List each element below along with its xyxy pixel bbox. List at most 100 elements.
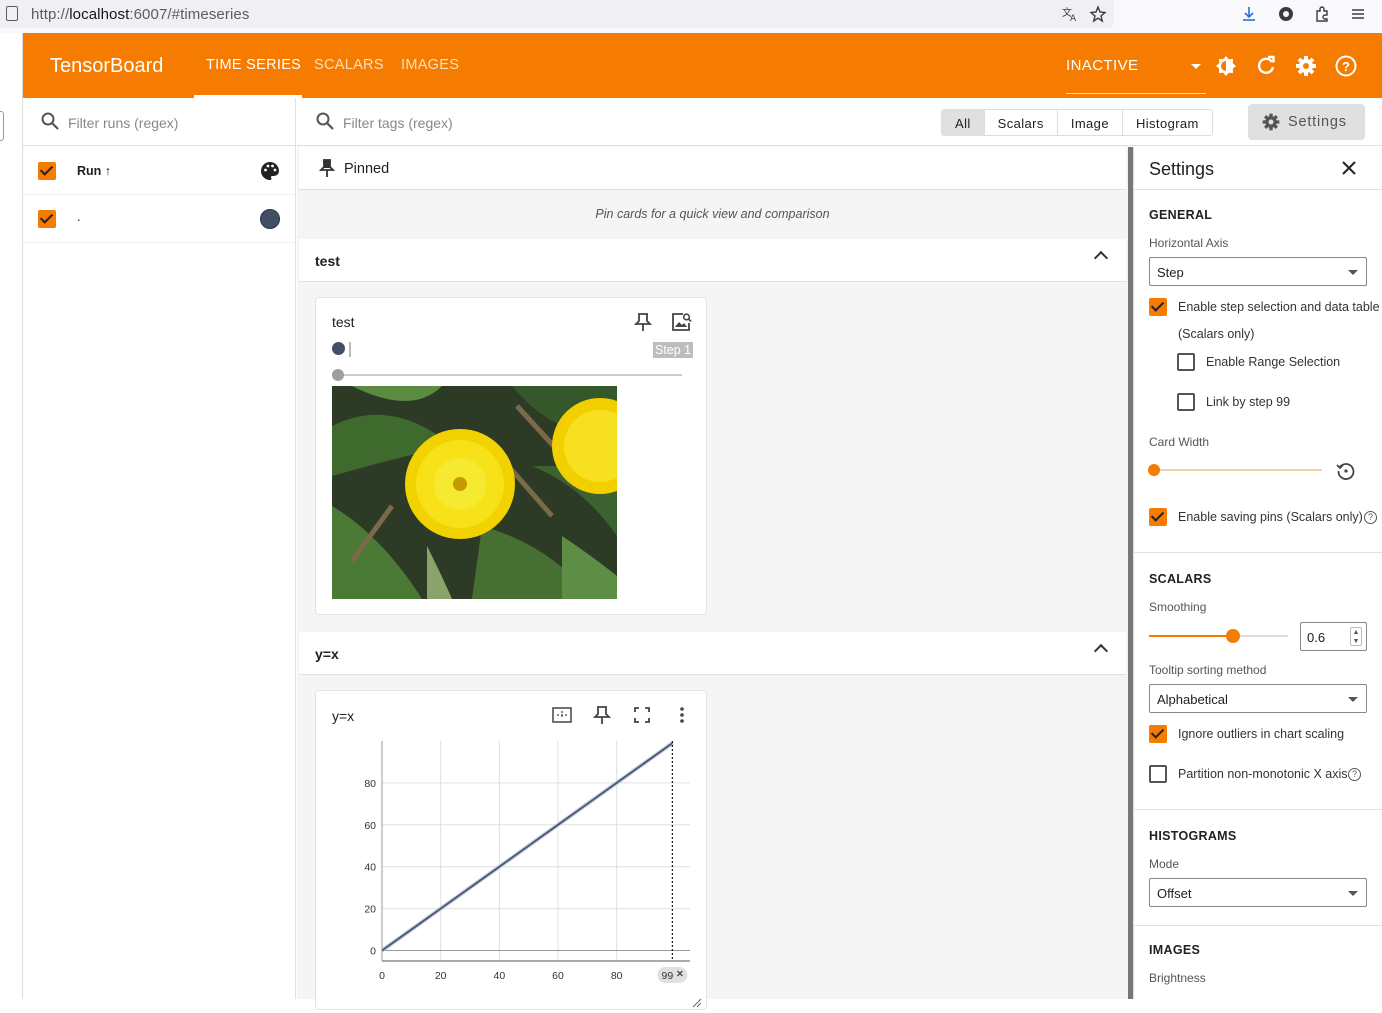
reload-select-underline <box>1066 93 1206 94</box>
sidebar-handle[interactable] <box>0 111 4 141</box>
histogram-mode-label: Mode <box>1149 857 1180 871</box>
settings-gear-icon[interactable] <box>1294 54 1318 78</box>
step-selection-checkbox[interactable] <box>1149 298 1167 316</box>
x-tick-label: 0 <box>379 970 385 982</box>
card-width-slider-thumb[interactable] <box>1148 464 1160 476</box>
bookmark-star-icon[interactable] <box>1089 5 1107 23</box>
page-icon <box>6 6 18 21</box>
settings-button-label: Settings <box>1288 114 1347 130</box>
fit-domain-icon[interactable] <box>551 704 573 726</box>
saving-pins-checkbox[interactable] <box>1149 508 1167 526</box>
group-header-y-eq-x[interactable]: y=x <box>299 632 1126 675</box>
left-gutter <box>0 33 23 999</box>
step-slider-track[interactable] <box>338 374 682 376</box>
runs-sidebar: Filter runs (regex) Run ↑ . <box>23 98 296 999</box>
ignore-outliers-checkbox[interactable] <box>1149 725 1167 743</box>
range-selection-checkbox[interactable] <box>1177 353 1195 371</box>
extensions-puzzle-icon[interactable] <box>1313 5 1331 23</box>
chevron-up-icon[interactable] <box>1093 250 1109 266</box>
download-icon[interactable] <box>1240 5 1258 23</box>
divider <box>1134 809 1382 810</box>
more-vert-icon[interactable] <box>671 704 693 726</box>
group-header-test[interactable]: test <box>299 239 1126 282</box>
y-tick-label: 40 <box>364 862 376 874</box>
run-checkbox[interactable] <box>38 210 56 228</box>
x-tick-label: 60 <box>552 970 564 982</box>
tab-images[interactable]: IMAGES <box>401 57 459 73</box>
histogram-mode-value: Offset <box>1157 886 1192 901</box>
dandelion-image <box>332 386 617 599</box>
menu-hamburger-icon[interactable] <box>1349 5 1367 23</box>
settings-panel: Settings GENERAL Horizontal Axis Step En… <box>1128 147 1382 999</box>
fullscreen-icon[interactable] <box>631 704 653 726</box>
help-icon[interactable]: ? <box>1364 511 1377 524</box>
select-all-runs-checkbox[interactable] <box>38 162 56 180</box>
y-tick-label: 20 <box>364 904 376 916</box>
settings-button[interactable]: Settings <box>1248 104 1365 140</box>
type-filter-histogram[interactable]: Histogram <box>1123 110 1212 135</box>
url-bar[interactable]: http://localhost:6007/#timeseries 文A <box>0 0 1114 28</box>
smoothing-slider-thumb[interactable] <box>1226 629 1240 643</box>
ignore-outliers-label: Ignore outliers in chart scaling <box>1178 727 1345 741</box>
horizontal-axis-select[interactable]: Step <box>1149 257 1367 286</box>
link-by-step-checkbox[interactable] <box>1177 393 1195 411</box>
tag-filter-input[interactable]: Filter tags (regex) <box>343 115 453 131</box>
brand-title[interactable]: TensorBoard <box>50 55 163 78</box>
spinner-icon[interactable]: ▲ ▼ <box>1350 627 1362 646</box>
type-filter-scalars[interactable]: Scalars <box>985 110 1058 135</box>
image-search-icon[interactable] <box>670 311 692 333</box>
partition-checkbox[interactable] <box>1149 765 1167 783</box>
x-tick-label: 80 <box>611 970 623 982</box>
smoothing-value: 0.6 <box>1307 630 1326 645</box>
pin-icon[interactable] <box>632 311 654 333</box>
chevron-down-icon[interactable] <box>1191 64 1201 69</box>
run-color-swatch[interactable] <box>260 209 280 229</box>
y-tick-label: 60 <box>364 820 376 832</box>
type-filter-image[interactable]: Image <box>1058 110 1123 135</box>
reset-icon[interactable] <box>1335 460 1357 482</box>
partition-label: Partition non-monotonic X axis <box>1178 767 1348 781</box>
tab-scalars[interactable]: SCALARS <box>314 57 384 73</box>
chevron-up-icon[interactable] <box>1093 643 1109 659</box>
type-filter-all[interactable]: All <box>942 110 985 135</box>
image-card: test Step 1 <box>315 297 707 615</box>
help-icon[interactable]: ? <box>1348 768 1361 781</box>
run-label-bar <box>349 342 351 357</box>
tooltip-sort-value: Alphabetical <box>1157 692 1228 707</box>
histogram-mode-select[interactable]: Offset <box>1149 878 1367 907</box>
runs-table-header: Run ↑ <box>23 147 296 195</box>
svg-text:?: ? <box>1342 59 1350 74</box>
chevron-down-icon <box>1348 697 1358 702</box>
runs-filter-input[interactable]: Filter runs (regex) <box>68 115 178 131</box>
tooltip-sort-label: Tooltip sorting method <box>1149 663 1267 677</box>
run-column-header[interactable]: Run ↑ <box>77 164 111 178</box>
tooltip-sort-select[interactable]: Alphabetical <box>1149 684 1367 713</box>
url-text[interactable]: http://localhost:6007/#timeseries <box>31 6 249 23</box>
close-icon[interactable] <box>1340 159 1358 177</box>
smoothing-input[interactable]: 0.6 ▲ ▼ <box>1300 622 1367 651</box>
x-tick-label: 40 <box>493 970 505 982</box>
step-marker-label: 99 <box>662 970 674 982</box>
palette-icon[interactable] <box>259 160 281 182</box>
runs-filter[interactable]: Filter runs (regex) <box>23 98 296 146</box>
reload-status-select[interactable]: INACTIVE <box>1066 57 1138 74</box>
theme-toggle-icon[interactable] <box>1214 54 1238 78</box>
step-slider-thumb[interactable] <box>332 369 344 381</box>
app-header: TensorBoard TIME SERIES SCALARS IMAGES I… <box>23 33 1382 98</box>
extension-record-icon[interactable] <box>1277 5 1295 23</box>
card-width-slider-track[interactable] <box>1154 469 1322 471</box>
help-icon[interactable]: ? <box>1334 54 1358 78</box>
divider <box>1134 189 1382 190</box>
x-tick-label: 20 <box>435 970 447 982</box>
reload-icon[interactable] <box>1254 54 1278 78</box>
run-row[interactable]: . <box>23 195 296 243</box>
tab-time-series[interactable]: TIME SERIES <box>206 57 301 73</box>
step-label: Step 1 <box>653 342 694 358</box>
line-chart[interactable]: 0 20 40 60 80 0 20 40 60 80 99 <box>332 735 692 995</box>
pin-icon[interactable] <box>591 704 613 726</box>
main-pane: Filter tags (regex) All Scalars Image Hi… <box>297 98 1382 1010</box>
resize-handle-icon[interactable] <box>692 995 702 1008</box>
y-tick-label: 0 <box>370 946 376 958</box>
group-title: test <box>315 253 340 269</box>
translate-icon[interactable]: 文A <box>1061 5 1079 24</box>
